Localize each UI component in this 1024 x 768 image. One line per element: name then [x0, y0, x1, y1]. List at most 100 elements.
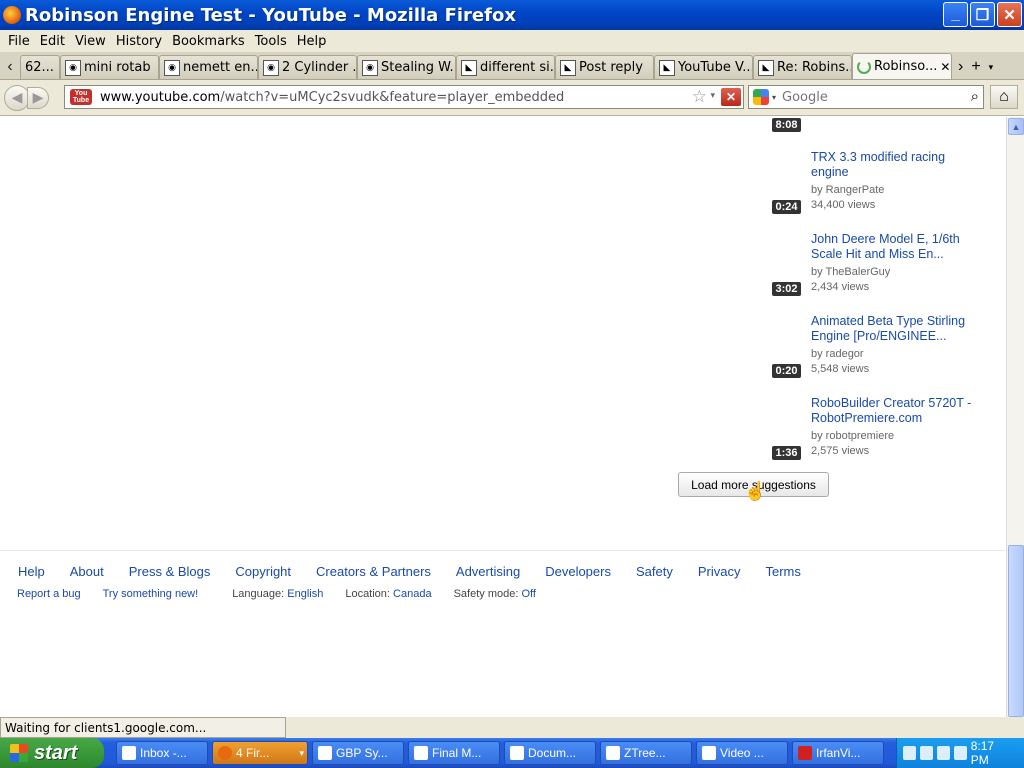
scroll-up-icon[interactable]: ▲ [1008, 118, 1024, 135]
search-engine-dropdown-icon[interactable]: ▾ [772, 93, 776, 102]
loading-spinner-icon [857, 59, 871, 74]
network-icon[interactable] [919, 746, 933, 760]
tab-label: YouTube V... [678, 60, 753, 75]
suggestion-title-link[interactable]: John Deere Model E, 1/6th Scale Hit and … [811, 232, 983, 262]
minimize-button[interactable]: _ [943, 2, 968, 27]
tab-scroll-left-icon[interactable]: ‹ [0, 55, 20, 79]
tab-scroll-right-icon[interactable]: › [958, 58, 963, 76]
suggestion-title-link[interactable]: TRX 3.3 modified racing engine [811, 150, 983, 180]
tab[interactable]: ◉ mini rotab [60, 55, 159, 79]
suggestion-views: 5,548 views [811, 363, 870, 375]
location-setting: Location: Canada [345, 588, 432, 600]
tab-active[interactable]: Robinso... ✕ [852, 53, 952, 79]
tab-list-icon[interactable]: ▾ [989, 62, 994, 73]
tab-label: mini rotab [84, 60, 151, 75]
taskbar-item[interactable]: IrfanVi... [792, 741, 884, 765]
volume-icon[interactable] [936, 746, 950, 760]
report-bug-link[interactable]: Report a bug [17, 588, 81, 600]
footer-link-safety[interactable]: Safety [636, 564, 673, 579]
mail-icon [122, 746, 136, 760]
taskbar-item[interactable]: Docum... [504, 741, 596, 765]
menu-view[interactable]: View [70, 34, 111, 49]
taskbar-item[interactable]: Inbox -... [116, 741, 208, 765]
irfanview-icon [798, 746, 812, 760]
tab-close-icon[interactable]: ✕ [940, 60, 950, 74]
url-bar[interactable]: You Tube www.youtube.com/watch?v=uMCyc2sv… [64, 85, 744, 109]
footer-link-about[interactable]: About [70, 564, 104, 579]
scrollbar-thumb[interactable] [1008, 545, 1024, 717]
safety-mode-setting: Safety mode: Off [453, 588, 536, 600]
menu-history[interactable]: History [111, 34, 167, 49]
stop-icon[interactable]: ✕ [721, 88, 741, 106]
search-input[interactable] [782, 89, 953, 105]
suggestion-views: 2,575 views [811, 445, 870, 457]
url-text[interactable]: www.youtube.com/watch?v=uMCyc2svudk&feat… [100, 90, 564, 105]
footer-secondary-row: Report a bug Try something new! Language… [17, 588, 536, 600]
safety-mode-value-link[interactable]: Off [521, 588, 535, 600]
footer-link-terms[interactable]: Terms [765, 564, 800, 579]
tab[interactable]: ◣ Post reply [555, 55, 654, 79]
system-tray: 8:17 PM [896, 738, 1024, 768]
taskbar-item[interactable]: Video ... [696, 741, 788, 765]
taskbar-item[interactable]: 4 Fir... ▾ [212, 741, 308, 765]
taskbar-item[interactable]: ZTree... [600, 741, 692, 765]
security-alert-icon[interactable] [953, 746, 967, 760]
suggestion-author: by robotpremiere [811, 430, 895, 442]
suggestion-views: 34,400 views [811, 199, 876, 211]
new-tab-icon[interactable]: + [971, 58, 980, 76]
home-icon[interactable]: ⌂ [990, 85, 1018, 109]
menu-tools[interactable]: Tools [250, 34, 292, 49]
tab[interactable]: ◣ different si... [456, 55, 555, 79]
forward-arrow-icon[interactable]: ▶ [27, 86, 49, 109]
page-icon: ◉ [263, 59, 279, 76]
try-something-new-link[interactable]: Try something new! [103, 588, 199, 600]
suggestion-title-link[interactable]: Animated Beta Type Stirling Engine [Pro/… [811, 314, 983, 344]
start-button[interactable]: start [0, 738, 104, 768]
suggestion-title-link[interactable]: RoboBuilder Creator 5720T - RobotPremier… [811, 396, 983, 426]
tab[interactable]: 62... [20, 55, 60, 79]
menu-file[interactable]: File [3, 34, 35, 49]
tab-label: Stealing W... [381, 60, 456, 75]
menu-help[interactable]: Help [292, 34, 332, 49]
footer-link-developers[interactable]: Developers [545, 564, 611, 579]
location-value-link[interactable]: Canada [393, 588, 432, 600]
forum-icon: ◣ [659, 59, 675, 76]
tab[interactable]: ◣ YouTube V... [654, 55, 753, 79]
vertical-scrollbar[interactable]: ▲ ▼ [1006, 117, 1024, 737]
tray-expand-icon[interactable] [903, 746, 916, 760]
group-dropdown-icon: ▾ [299, 747, 304, 758]
footer-link-privacy[interactable]: Privacy [698, 564, 741, 579]
url-history-dropdown-icon[interactable]: ▾ [710, 90, 715, 101]
bookmark-star-icon[interactable]: ☆ [692, 87, 707, 107]
tab[interactable]: ◣ Re: Robins... [753, 55, 852, 79]
ztree-icon [606, 746, 620, 760]
search-icon[interactable]: ⌕ [971, 88, 979, 105]
status-bar: Waiting for clients1.google.com... [0, 717, 1024, 738]
footer-link-help[interactable]: Help [18, 564, 45, 579]
tab[interactable]: ◉ nemett en... [159, 55, 258, 79]
taskbar-item[interactable]: GBP Sy... [312, 741, 404, 765]
tab-label: Post reply [579, 60, 643, 75]
close-window-button[interactable]: ✕ [997, 2, 1022, 27]
footer-link-copyright[interactable]: Copyright [235, 564, 291, 579]
maximize-button[interactable]: ❐ [970, 2, 995, 27]
menu-bookmarks[interactable]: Bookmarks [167, 34, 250, 49]
hand-cursor-icon: ☝ [744, 481, 767, 501]
page-icon: ◉ [65, 59, 81, 76]
tab[interactable]: ◉ 2 Cylinder ... [258, 55, 357, 79]
footer-link-creators-partners[interactable]: Creators & Partners [316, 564, 431, 579]
status-text: Waiting for clients1.google.com... [0, 717, 286, 738]
video-icon [702, 746, 716, 760]
tab-label: nemett en... [183, 60, 258, 75]
tab-label: 2 Cylinder ... [282, 60, 357, 75]
menu-edit[interactable]: Edit [35, 34, 70, 49]
video-duration-badge: 0:20 [772, 364, 801, 378]
google-icon[interactable] [753, 89, 769, 105]
language-value-link[interactable]: English [287, 588, 323, 600]
tab[interactable]: ◉ Stealing W... [357, 55, 456, 79]
footer-link-advertising[interactable]: Advertising [456, 564, 520, 579]
search-bar[interactable]: ▾ ⌕ [748, 85, 984, 109]
footer-link-press-blogs[interactable]: Press & Blogs [129, 564, 211, 579]
tab-label: different si... [480, 60, 555, 75]
taskbar-item[interactable]: Final M... [408, 741, 500, 765]
